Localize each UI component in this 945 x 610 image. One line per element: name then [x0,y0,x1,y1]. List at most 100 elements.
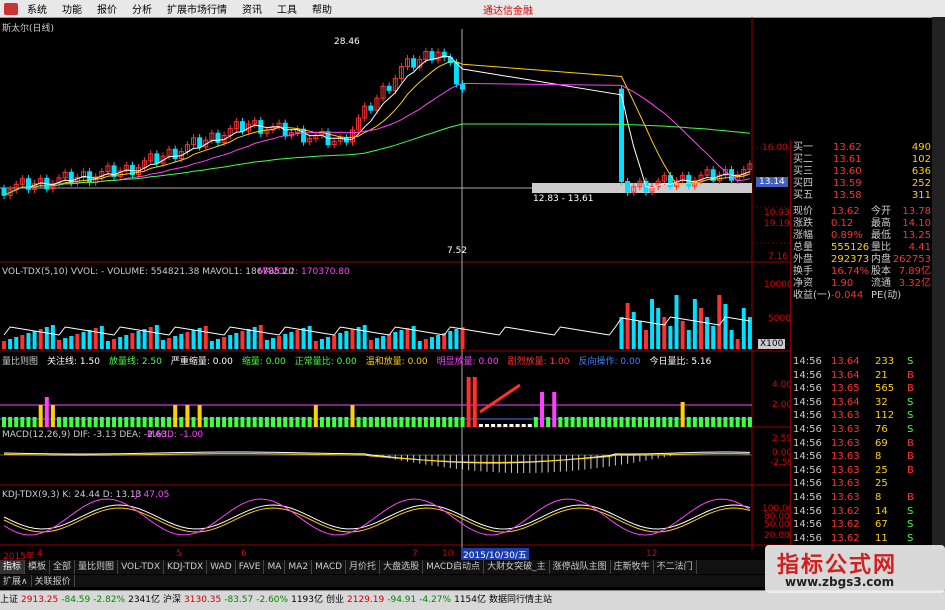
bid-level-label: 买四 [793,178,813,189]
ratio-bar [38,405,43,427]
kdj-axis-3: 50.00 [764,520,790,530]
volume-bar [448,331,453,349]
stat-key: 最高 [871,218,891,229]
stat-value: 13.25 [902,230,931,241]
tick-direction: B [907,464,914,476]
indicator-tab[interactable]: MA [264,560,286,574]
ratio-bar [540,392,545,427]
indicator-tab[interactable]: 月价托 [346,560,381,574]
ratio-bar [454,417,459,427]
stat-key: 涨跌 [793,218,813,229]
indicator-tab[interactable]: 全部 [50,560,76,574]
volume-bar [460,327,465,349]
indicator-tab[interactable]: MA2 [285,560,313,574]
sub-tab[interactable]: 关联报价 [32,575,75,587]
indicator-tab[interactable]: 指标 [0,560,26,574]
right-scrollbar[interactable] [932,17,945,550]
volume-bar [258,325,263,349]
ratio-bar [601,417,606,427]
menu-bar: 系统 功能 报价 分析 扩展市场行情 资讯 工具 帮助 通达信金融 [0,0,945,18]
ratio-bar [264,417,269,427]
ratio-bar [258,417,263,427]
tick-time: 14:56 [793,383,822,395]
volume-bar [307,326,312,349]
menu-item-help[interactable]: 帮助 [312,1,332,16]
tick-volume: 69 [875,437,888,449]
indicator-tab[interactable]: MACD [312,560,347,574]
indicator-tab[interactable]: VOL-TDX [118,560,165,574]
volume-bar [301,328,306,349]
bid-level-volume: 252 [911,178,931,189]
indicator-tab[interactable]: FAVE [236,560,265,574]
tick-time: 14:56 [793,396,822,408]
menu-item-function[interactable]: 功能 [62,1,82,16]
volume-bar [332,335,337,349]
indicator-tab[interactable]: 模板 [25,560,51,574]
indicator-tab[interactable]: 大盘选股 [380,560,424,574]
dif-line [3,451,750,464]
stat-value: 0.12 [831,218,854,229]
chart-area[interactable] [0,17,790,550]
tick-direction: B [907,451,914,463]
volume-bar [747,317,752,349]
volume-bar [148,327,153,349]
indicator-tab[interactable]: KDJ-TDX [164,560,208,574]
volume-panel [2,295,752,349]
ratio-bar [246,417,251,427]
app-logo-icon [4,2,18,15]
indicator-tab[interactable]: 庄新牧牛 [611,560,654,574]
tick-row: 14:56 13.62 14 S [791,506,933,518]
tick-row: 14:56 13.64 21 B [791,370,933,382]
status-item: 创业 [326,595,345,605]
stat-value: 3.32亿 [898,278,931,289]
kdj-panel [3,498,751,536]
indicator-tab[interactable]: 不二法门 [654,560,697,574]
ratio-bar [130,417,135,427]
menu-item-news[interactable]: 资讯 [242,1,262,16]
sub-tab[interactable]: 扩展∧ [0,575,32,587]
tick-volume: 67 [875,519,888,531]
menu-item-quote[interactable]: 报价 [97,1,117,16]
tick-row: 14:56 13.65 565 B [791,383,933,395]
menu-item-extended-market[interactable]: 扩展市场行情 [167,1,227,16]
tick-price: 13.63 [831,410,860,422]
volume-bar [75,334,80,349]
indicator-tab[interactable]: 量比则图 [75,560,119,574]
volume-bar [656,308,661,349]
ratio-bar [142,417,147,427]
ratio-bar [289,417,294,427]
indicator-tab[interactable]: WAD [207,560,236,574]
timeline-tick-4: 7 [412,549,418,559]
tick-price: 13.64 [831,369,860,381]
watermark: 指标公式网 www.zbgs3.com [765,545,945,593]
indicator-tab[interactable]: 大财女突破_主 [484,560,550,574]
ratio-bar [44,397,49,427]
indicator-tab[interactable]: 涨停战队主图 [550,560,611,574]
ratio-bar [387,417,392,427]
menu-item-analysis[interactable]: 分析 [132,1,152,16]
ratio-bar [576,417,581,427]
volume-bar [271,338,276,349]
indicator-tab[interactable]: MACD启动点 [423,560,485,574]
volume-bar [405,328,410,349]
volume-bar [173,336,178,349]
stat-row: 涨幅 0.89% 最低 13.25 [791,230,933,242]
status-item: 数据同行情主站 [489,595,553,605]
kdj-j-line [3,498,751,536]
menu-item-system[interactable]: 系统 [27,1,47,16]
ratio-bar [698,417,703,427]
volume-bar [124,335,129,349]
volume-bar [26,333,31,349]
menu-item-tools[interactable]: 工具 [277,1,297,16]
ratio-bar [374,417,379,427]
volume-bar [662,317,667,349]
kdj-j-value: J: 47.05 [135,490,170,500]
tick-row: 14:56 13.64 32 S [791,397,933,409]
stat-key: 流通 [871,278,891,289]
ratio-bar [381,417,386,427]
ratio-bar [747,417,752,427]
ratio-bar [344,417,349,427]
volume-bar [625,303,630,349]
ratio-bar [515,424,520,427]
macd-header: MACD(12,26,9) DIF: -3.13 DEA: -2.63 [2,430,168,440]
